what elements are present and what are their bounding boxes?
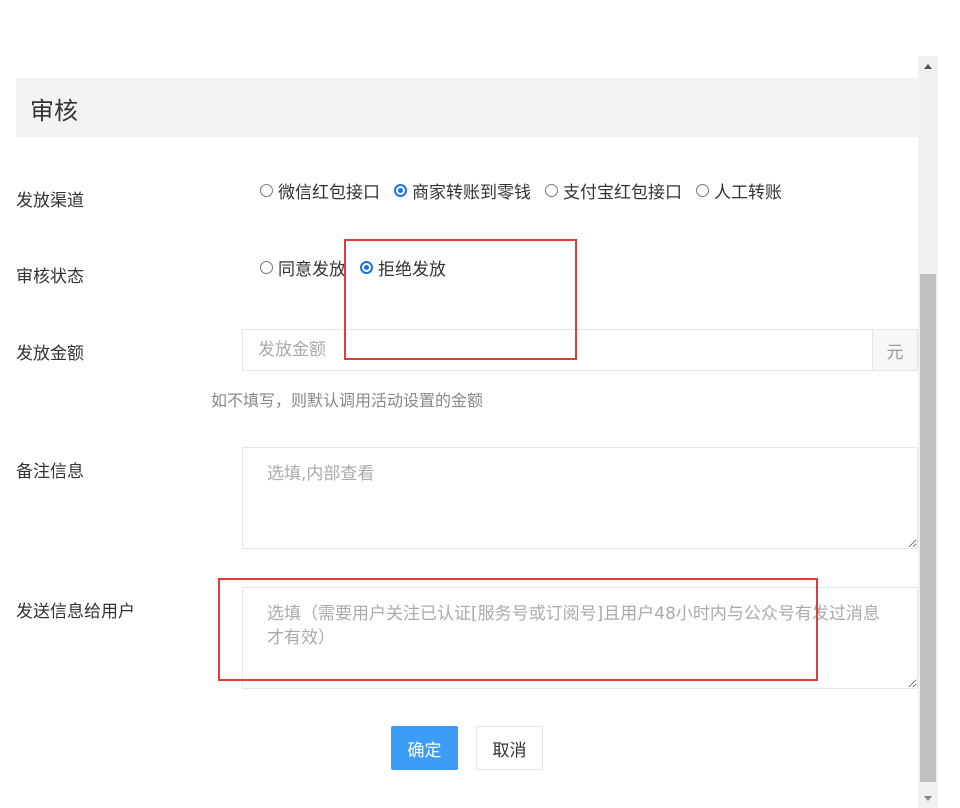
cancel-button[interactable]: 取消 <box>476 726 543 770</box>
message-label: 发送信息给用户 <box>16 602 135 622</box>
vertical-scrollbar[interactable] <box>918 56 938 808</box>
amount-help-text: 如不填写，则默认调用活动设置的金额 <box>211 391 484 410</box>
remark-textarea[interactable] <box>242 447 918 549</box>
currency-unit-addon: 元 <box>872 330 917 370</box>
panel-title: 审核 <box>30 97 78 125</box>
channel-radio-group: 微信红包接口 商家转账到零钱 支付宝红包接口 人工转账 <box>260 178 796 203</box>
channel-label: 发放渠道 <box>16 191 84 211</box>
radio-label: 商家转账到零钱 <box>412 182 531 203</box>
amount-input-group: 元 <box>242 329 918 371</box>
radio-label: 同意发放 <box>278 259 346 280</box>
status-label: 审核状态 <box>16 267 84 287</box>
radio-circle[interactable] <box>260 260 273 274</box>
radio-label: 微信红包接口 <box>278 182 380 203</box>
radio-status-approve[interactable]: 同意发放 <box>260 255 346 280</box>
radio-channel-merchant-transfer[interactable]: 商家转账到零钱 <box>394 178 531 203</box>
scroll-down-arrow-icon[interactable] <box>918 788 938 808</box>
radio-circle[interactable] <box>696 183 709 197</box>
confirm-button[interactable]: 确定 <box>391 726 458 770</box>
radio-circle[interactable] <box>260 183 273 197</box>
amount-label: 发放金额 <box>16 344 84 364</box>
scroll-up-arrow-icon[interactable] <box>918 56 938 76</box>
message-textarea[interactable] <box>242 587 918 689</box>
radio-label: 支付宝红包接口 <box>563 182 682 203</box>
radio-label: 拒绝发放 <box>378 259 446 280</box>
radio-circle[interactable] <box>545 183 558 197</box>
radio-status-reject[interactable]: 拒绝发放 <box>360 255 446 280</box>
panel-header: 审核 <box>16 78 918 137</box>
radio-channel-wechat[interactable]: 微信红包接口 <box>260 178 380 203</box>
remark-label: 备注信息 <box>16 462 84 482</box>
scroll-thumb[interactable] <box>920 274 936 782</box>
status-radio-group: 同意发放 拒绝发放 <box>260 255 460 280</box>
radio-channel-manual[interactable]: 人工转账 <box>696 178 782 203</box>
radio-label: 人工转账 <box>714 182 782 203</box>
radio-circle-checked[interactable] <box>394 183 407 197</box>
radio-channel-alipay[interactable]: 支付宝红包接口 <box>545 178 682 203</box>
radio-circle-checked[interactable] <box>360 260 373 274</box>
amount-input[interactable] <box>243 330 872 370</box>
